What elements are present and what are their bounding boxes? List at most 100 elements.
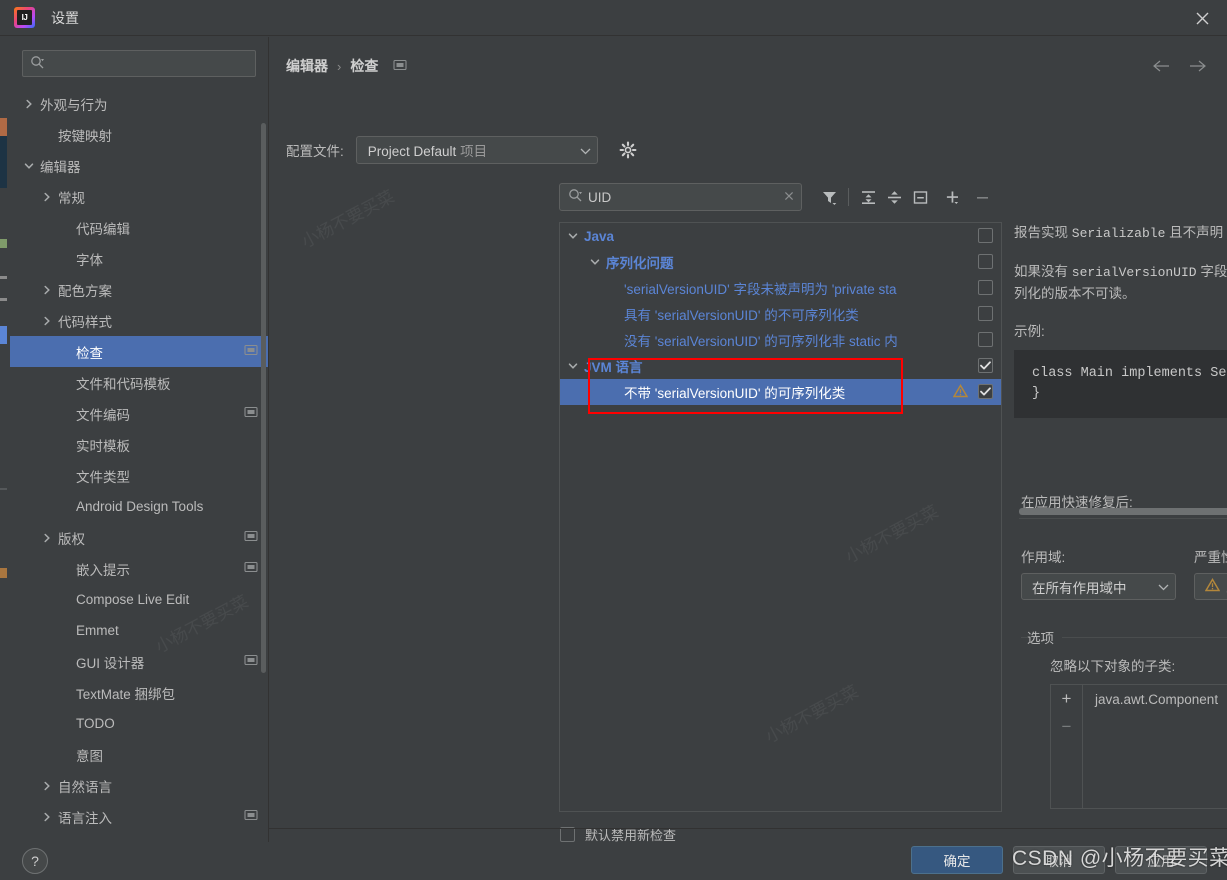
sidebar-item-12[interactable]: 文件类型 xyxy=(10,460,268,491)
sidebar-item-20[interactable]: TODO xyxy=(10,708,268,739)
expand-all-icon[interactable] xyxy=(855,184,881,210)
sidebar-item-22[interactable]: 自然语言 xyxy=(10,770,268,801)
sidebar-item-5[interactable]: 字体 xyxy=(10,243,268,274)
ignored-classes-listbox: + − java.awt.Component xyxy=(1050,684,1227,809)
sidebar-item-18[interactable]: GUI 设计器 xyxy=(10,646,268,677)
sidebar-item-1[interactable]: 按键映射 xyxy=(10,119,268,150)
no-arrow-spacer xyxy=(58,438,72,452)
arrow-right-icon[interactable] xyxy=(1185,54,1209,78)
chevron-right-icon[interactable] xyxy=(40,190,54,204)
ignored-class-item[interactable]: java.awt.Component xyxy=(1095,692,1227,707)
scope-group: 作用域: 在所有作用域中 xyxy=(1021,546,1176,600)
chevron-down-icon[interactable] xyxy=(588,255,602,269)
chevron-right-icon[interactable] xyxy=(40,283,54,297)
no-arrow-spacer xyxy=(58,686,72,700)
inspection-checkbox[interactable] xyxy=(978,358,993,373)
remove-icon[interactable] xyxy=(969,184,995,210)
sidebar-item-14[interactable]: 版权 xyxy=(10,522,268,553)
apply-button[interactable]: 应用 xyxy=(1115,846,1207,874)
sidebar-item-11[interactable]: 实时模板 xyxy=(10,429,268,460)
sidebar-item-15[interactable]: 嵌入提示 xyxy=(10,553,268,584)
chevron-right-icon[interactable] xyxy=(40,810,54,824)
sidebar-item-16[interactable]: Compose Live Edit xyxy=(10,584,268,615)
inspection-tree-row[interactable]: 序列化问题 xyxy=(560,249,1001,275)
chevron-right-icon[interactable] xyxy=(40,314,54,328)
main-panel: 编辑器 › 检查 配置文件: Project Default 项目 UID Ja… xyxy=(269,37,1227,843)
search-box[interactable] xyxy=(22,50,256,77)
description-hscrollbar-thumb[interactable] xyxy=(1019,508,1227,515)
disable-new-inspections-checkbox[interactable] xyxy=(560,827,575,842)
settings-sync-icon xyxy=(244,808,258,825)
sidebar-item-label: 文件类型 xyxy=(76,469,130,485)
inspection-filter-box[interactable] xyxy=(559,183,802,211)
sidebar-item-23[interactable]: 语言注入 xyxy=(10,801,268,832)
inspection-tree-row[interactable]: 具有 'serialVersionUID' 的不可序列化类 xyxy=(560,301,1001,327)
sidebar-item-19[interactable]: TextMate 捆绑包 xyxy=(10,677,268,708)
settings-sync-icon xyxy=(244,560,258,577)
sidebar-item-label: 配色方案 xyxy=(58,283,112,299)
inspection-tree-row[interactable]: JVM 语言 xyxy=(560,353,1001,379)
chevron-right-icon[interactable] xyxy=(22,97,36,111)
sidebar-item-4[interactable]: 代码编辑 xyxy=(10,212,268,243)
sidebar-item-10[interactable]: 文件编码 xyxy=(10,398,268,429)
add-icon[interactable] xyxy=(939,184,965,210)
sidebar-tree: 外观与行为 按键映射 编辑器 常规 代码编辑 字体配色方案代码样式 检查 文件和代码模板 文件编… xyxy=(10,88,268,832)
chevron-down-icon[interactable] xyxy=(566,359,580,373)
search-input[interactable] xyxy=(49,56,248,71)
sidebar-item-17[interactable]: Emmet xyxy=(10,615,268,646)
sidebar-item-3[interactable]: 常规 xyxy=(10,181,268,212)
gear-icon[interactable] xyxy=(616,137,642,163)
sidebar-item-label: 嵌入提示 xyxy=(76,562,130,578)
inspection-tree-row[interactable]: 'serialVersionUID' 字段未被声明为 'private sta xyxy=(560,275,1001,301)
help-question-icon[interactable]: ? xyxy=(22,848,48,874)
close-icon[interactable] xyxy=(1189,5,1215,31)
collapse-icon[interactable] xyxy=(907,184,933,210)
no-arrow-spacer xyxy=(58,562,72,576)
sidebar-item-0[interactable]: 外观与行为 xyxy=(10,88,268,119)
plus-icon[interactable]: + xyxy=(1062,690,1072,707)
chevron-down-icon[interactable] xyxy=(22,159,36,173)
inspection-tree-row[interactable]: Java xyxy=(560,223,1001,249)
inspection-tree-row[interactable]: 不带 'serialVersionUID' 的可序列化类 xyxy=(560,379,1001,405)
chevron-down-icon xyxy=(1148,579,1169,594)
settings-sync-icon xyxy=(244,653,258,670)
severity-combobox[interactable]: 弱警告 xyxy=(1194,573,1227,600)
inspection-checkbox[interactable] xyxy=(978,254,993,269)
desc-p1-mono: Serializable xyxy=(1071,226,1166,241)
inspection-checkbox[interactable] xyxy=(978,280,993,295)
sidebar-item-9[interactable]: 文件和代码模板 xyxy=(10,367,268,398)
clear-x-icon[interactable] xyxy=(779,190,795,205)
inspection-tree-row[interactable]: 没有 'serialVersionUID' 的可序列化非 static 内 xyxy=(560,327,1001,353)
arrow-left-icon[interactable] xyxy=(1149,54,1173,78)
sidebar-item-label: 意图 xyxy=(76,748,103,764)
inspection-checkbox[interactable] xyxy=(978,306,993,321)
chevron-right-icon[interactable] xyxy=(40,779,54,793)
no-arrow-spacer xyxy=(610,333,624,347)
chevron-right-icon[interactable] xyxy=(40,531,54,545)
inspection-checkbox[interactable] xyxy=(978,332,993,347)
sidebar-item-2[interactable]: 编辑器 xyxy=(10,150,268,181)
sidebar-scrollbar[interactable] xyxy=(261,123,266,673)
cancel-button[interactable]: 取消 xyxy=(1013,846,1105,874)
sidebar-item-6[interactable]: 配色方案 xyxy=(10,274,268,305)
sidebar-item-7[interactable]: 代码样式 xyxy=(10,305,268,336)
settings-sync-icon xyxy=(244,529,258,546)
breadcrumb-separator: › xyxy=(337,58,342,74)
ok-button[interactable]: 确定 xyxy=(911,846,1003,874)
sidebar-item-21[interactable]: 意图 xyxy=(10,739,268,770)
sidebar-item-13[interactable]: Android Design Tools xyxy=(10,491,268,522)
collapse-all-icon[interactable] xyxy=(881,184,907,210)
inspection-label: 没有 'serialVersionUID' 的可序列化非 static 内 xyxy=(624,334,898,349)
inspection-checkbox[interactable] xyxy=(978,228,993,243)
breadcrumb-parent[interactable]: 编辑器 xyxy=(286,56,328,76)
filter-icon[interactable] xyxy=(816,184,842,210)
sidebar-item-8[interactable]: 检查 xyxy=(10,336,268,367)
scope-combobox[interactable]: 在所有作用域中 xyxy=(1021,573,1176,600)
inspection-controls-row: 作用域: 在所有作用域中 严重性(V): xyxy=(1021,546,1227,600)
minus-icon[interactable]: − xyxy=(1062,718,1072,735)
inspection-filter-input[interactable] xyxy=(588,189,779,205)
inspection-checkbox[interactable] xyxy=(978,384,993,399)
sidebar-search-wrap xyxy=(10,37,268,77)
profile-combobox[interactable]: Project Default 项目 xyxy=(355,136,598,164)
chevron-down-icon[interactable] xyxy=(566,229,580,243)
